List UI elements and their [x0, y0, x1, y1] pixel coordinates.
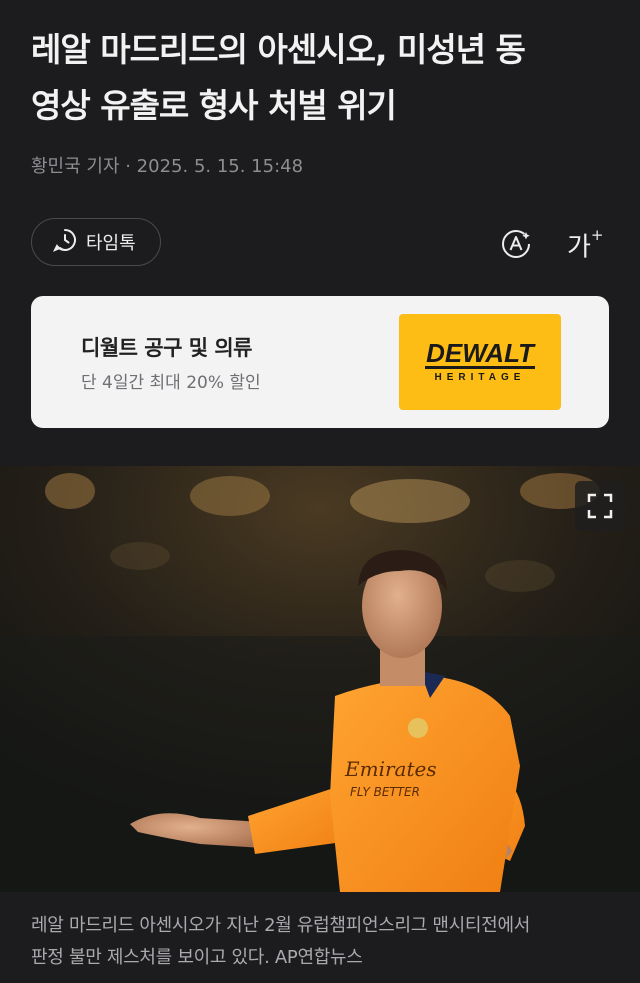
headline-line-1: 레알 마드리드의 아센시오, 미성년 동 — [31, 30, 526, 69]
caption-line-2: 판정 불만 제스처를 보이고 있다. AP연합뉴스 — [31, 947, 363, 968]
photo-caption: 레알 마드리드 아센시오가 지난 2월 유럽챔피언스리그 맨시티전에서 판정 불… — [31, 910, 611, 974]
ai-summary-button[interactable] — [499, 227, 533, 261]
timetalk-label: 타임톡 — [86, 233, 136, 254]
caption-line-1: 레알 마드리드 아센시오가 지난 2월 유럽챔피언스리그 맨시티전에서 — [31, 915, 530, 936]
jersey-sponsor-text: Emirates — [344, 757, 437, 781]
font-size-plus: + — [590, 226, 604, 244]
jersey-sponsor-sub: FLY BETTER — [350, 785, 420, 799]
logo-main-text: DEWALT — [426, 338, 534, 368]
timetalk-button[interactable]: 타임톡 — [31, 218, 161, 266]
logo-divider — [425, 366, 535, 369]
ai-summary-icon — [502, 230, 530, 258]
article-toolbar: 타임톡 가+ — [31, 218, 611, 268]
font-size-label: 가 — [567, 232, 591, 263]
logo-sub-text: HERITAGE — [434, 372, 526, 383]
ad-banner[interactable]: 디월트 공구 및 의류 단 4일간 최대 20% 할인 DEWALT HERIT… — [31, 296, 609, 428]
expand-icon — [587, 493, 613, 519]
ad-title: 디월트 공구 및 의류 — [81, 336, 253, 360]
article-byline: 황민국 기자 · 2025. 5. 15. 15:48 — [31, 156, 304, 177]
clock-chat-icon — [52, 227, 78, 258]
player-photo-illustration: Emirates FLY BETTER — [0, 466, 640, 892]
headline-line-2: 영상 유출로 형사 처벌 위기 — [31, 86, 397, 125]
ad-subtitle: 단 4일간 최대 20% 할인 — [81, 373, 261, 393]
article-headline: 레알 마드리드의 아센시오, 미성년 동 영상 유출로 형사 처벌 위기 — [31, 22, 611, 134]
dewalt-logo: DEWALT HERITAGE — [399, 314, 561, 410]
photo-expand-button[interactable] — [575, 481, 625, 531]
font-size-button[interactable]: 가+ — [567, 224, 604, 265]
article-photo[interactable]: Emirates FLY BETTER — [0, 466, 640, 892]
